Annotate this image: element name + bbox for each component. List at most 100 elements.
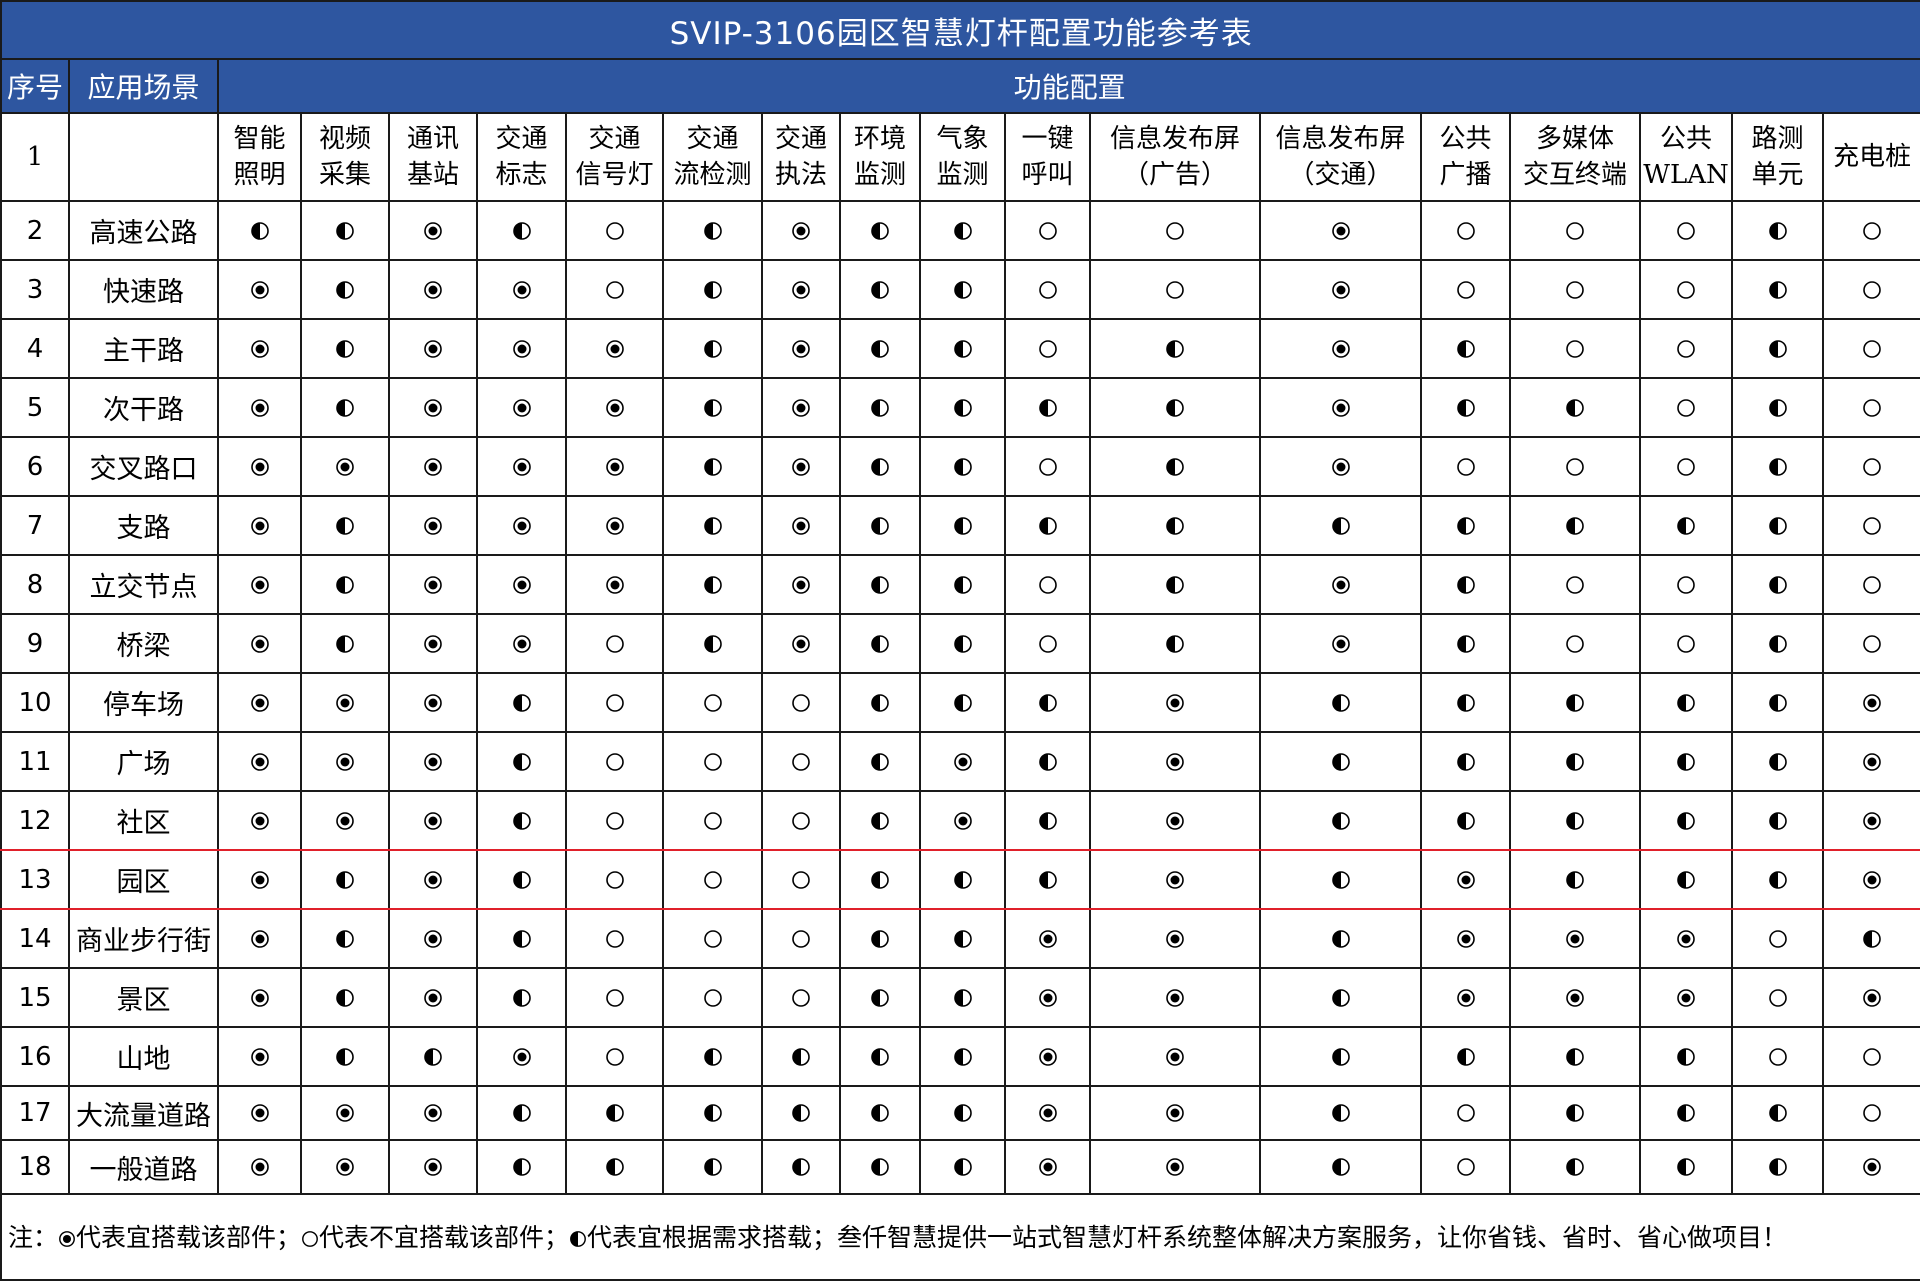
empty-circle-icon bbox=[1863, 398, 1881, 417]
config-cell bbox=[662, 1085, 763, 1141]
config-cell bbox=[919, 259, 1006, 320]
config-cell bbox=[839, 1139, 921, 1195]
full-circle-icon bbox=[1166, 1104, 1184, 1123]
half-circle-icon bbox=[871, 752, 889, 771]
half-circle-icon bbox=[1456, 516, 1475, 535]
empty-circle-icon bbox=[1863, 457, 1881, 476]
row-scenario: 主干路 bbox=[68, 318, 219, 379]
empty-circle-icon bbox=[1677, 280, 1695, 299]
empty-circle-icon bbox=[1456, 457, 1475, 476]
config-cell bbox=[839, 377, 921, 438]
config-cell bbox=[476, 318, 567, 379]
half-circle-icon bbox=[1166, 634, 1184, 653]
half-circle-icon bbox=[871, 339, 889, 358]
config-cell bbox=[1259, 849, 1422, 910]
empty-circle-icon bbox=[703, 988, 722, 1007]
half-circle-icon bbox=[1566, 693, 1584, 712]
feature-label-line1: 信息发布屏 bbox=[1109, 124, 1240, 154]
config-cell bbox=[565, 790, 664, 851]
feature-label-line2: 信号灯 bbox=[575, 160, 654, 190]
config-cell bbox=[1821, 495, 1920, 556]
config-cell bbox=[1509, 849, 1641, 910]
config-cell bbox=[1089, 613, 1261, 674]
config-cell bbox=[388, 849, 478, 910]
feature-header-cell: 通讯 基站 bbox=[388, 112, 478, 202]
feature-label-line2: 监测 bbox=[853, 160, 906, 190]
empty-circle-icon bbox=[1768, 929, 1787, 948]
config-cell bbox=[300, 731, 390, 792]
full-circle-icon bbox=[424, 929, 442, 948]
row-scenario: 园区 bbox=[68, 849, 219, 910]
config-cell bbox=[839, 967, 921, 1028]
config-cell bbox=[1004, 967, 1091, 1028]
config-cell bbox=[1509, 436, 1641, 497]
empty-circle-icon bbox=[1863, 280, 1881, 299]
half-circle-icon bbox=[1768, 280, 1787, 299]
row-scenario: 社区 bbox=[68, 790, 219, 851]
config-cell bbox=[217, 318, 302, 379]
full-circle-icon bbox=[1166, 870, 1184, 889]
empty-circle-icon bbox=[703, 752, 722, 771]
half-circle-icon bbox=[336, 280, 354, 299]
config-cell bbox=[919, 672, 1006, 733]
config-cell bbox=[476, 436, 567, 497]
feature-header-cell: 交通 信号灯 bbox=[565, 112, 664, 202]
config-cell bbox=[388, 790, 478, 851]
config-cell bbox=[1821, 436, 1920, 497]
config-cell bbox=[1089, 495, 1261, 556]
full-circle-icon bbox=[424, 693, 442, 712]
full-circle-icon bbox=[424, 634, 442, 653]
highlight-line-top bbox=[0, 849, 1920, 851]
config-cell bbox=[761, 554, 841, 615]
full-circle-icon bbox=[250, 811, 269, 830]
empty-circle-icon bbox=[1038, 457, 1057, 476]
feature-label-line2: 采集 bbox=[318, 160, 371, 190]
half-circle-icon bbox=[512, 752, 531, 771]
config-cell bbox=[1731, 1085, 1824, 1141]
config-cell bbox=[217, 200, 302, 261]
config-cell bbox=[1259, 908, 1422, 969]
feature-label-line2: （交通） bbox=[1288, 160, 1393, 190]
half-circle-icon bbox=[1677, 752, 1695, 771]
full-circle-icon bbox=[1331, 634, 1350, 653]
empty-circle-icon bbox=[605, 280, 624, 299]
config-cell bbox=[761, 1026, 841, 1087]
config-cell bbox=[1420, 849, 1511, 910]
config-cell bbox=[217, 1085, 302, 1141]
half-circle-icon bbox=[1566, 870, 1584, 889]
table-row: 18 一般道路 bbox=[0, 1139, 1920, 1195]
config-cell bbox=[1731, 436, 1824, 497]
half-circle-icon bbox=[1677, 811, 1695, 830]
config-cell bbox=[1509, 554, 1641, 615]
config-cell bbox=[1420, 613, 1511, 674]
config-cell bbox=[1420, 436, 1511, 497]
config-cell bbox=[1004, 731, 1091, 792]
config-cell bbox=[1004, 1139, 1091, 1195]
half-circle-icon bbox=[1768, 1158, 1787, 1177]
half-circle-icon bbox=[570, 1231, 586, 1247]
half-circle-icon bbox=[953, 457, 972, 476]
half-circle-icon bbox=[1768, 221, 1787, 240]
row-index: 16 bbox=[0, 1026, 70, 1087]
table-row: 8 立交节点 bbox=[0, 554, 1920, 615]
config-cell bbox=[388, 554, 478, 615]
config-cell bbox=[476, 554, 567, 615]
half-circle-icon bbox=[871, 221, 889, 240]
header-scenario: 应用场景 bbox=[68, 58, 219, 114]
config-cell bbox=[1259, 377, 1422, 438]
config-cell bbox=[217, 967, 302, 1028]
config-cell bbox=[300, 613, 390, 674]
table-row: 11 广场 bbox=[0, 731, 1920, 792]
full-circle-icon bbox=[250, 752, 269, 771]
header-features: 功能配置 bbox=[216, 58, 1920, 114]
table-row: 13 园区 bbox=[0, 849, 1920, 910]
config-cell bbox=[1731, 200, 1824, 261]
config-cell bbox=[919, 200, 1006, 261]
feature-label-line1: 多媒体 bbox=[1535, 124, 1614, 154]
config-cell bbox=[1089, 790, 1261, 851]
config-cell bbox=[1420, 1026, 1511, 1087]
config-cell bbox=[662, 554, 763, 615]
config-cell bbox=[761, 908, 841, 969]
row-scenario: 停车场 bbox=[68, 672, 219, 733]
config-cell bbox=[300, 377, 390, 438]
